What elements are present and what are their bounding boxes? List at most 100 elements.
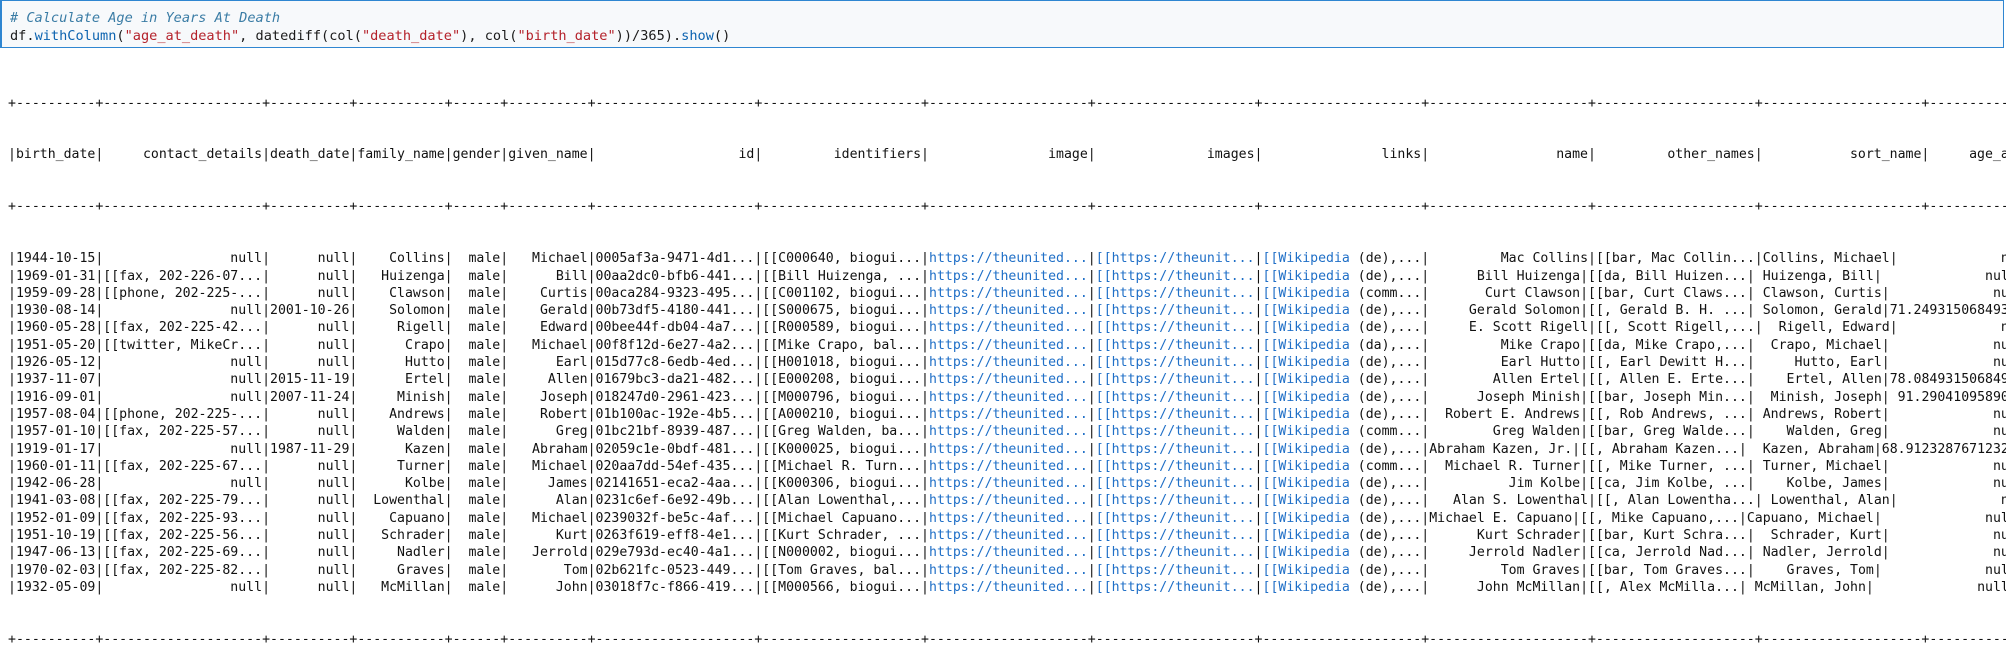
url-link[interactable]: https://theunited... xyxy=(929,563,1088,578)
table-cell-text: | xyxy=(1087,562,1096,578)
url-link[interactable]: https://theunited... xyxy=(929,251,1088,266)
table-cell-text: | xyxy=(1087,355,1096,371)
table-cell-text: |1957-01-10|[[fax, 202-225-57...| null| … xyxy=(8,424,929,440)
wikipedia-link[interactable]: [[Wikipedia xyxy=(1263,563,1350,578)
url-link[interactable]: [[https://theunit... xyxy=(1096,320,1255,335)
table-cell-text: | xyxy=(1087,579,1096,595)
wikipedia-link[interactable]: [[Wikipedia xyxy=(1263,407,1350,422)
wikipedia-link[interactable]: [[Wikipedia xyxy=(1263,493,1350,508)
url-link[interactable]: [[https://theunit... xyxy=(1096,390,1255,405)
table-row: |1960-05-28|[[fax, 202-225-42...| null| … xyxy=(8,319,2006,336)
url-link[interactable]: [[https://theunit... xyxy=(1096,269,1255,284)
table-row: |1951-05-20|[[twitter, MikeCr...| null| … xyxy=(8,337,2006,354)
url-link[interactable]: https://theunited... xyxy=(929,442,1088,457)
url-link[interactable]: https://theunited... xyxy=(929,424,1088,439)
code-comment: # Calculate Age in Years At Death xyxy=(10,10,281,26)
table-cell-text: |1930-08-14| null|2001-10-26| Solomon| m… xyxy=(8,303,929,319)
url-link[interactable]: [[https://theunit... xyxy=(1096,563,1255,578)
url-link[interactable]: [[https://theunit... xyxy=(1096,286,1255,301)
wikipedia-link[interactable]: [[Wikipedia xyxy=(1263,338,1350,353)
url-link[interactable]: https://theunited... xyxy=(929,407,1088,422)
table-cell-text: |1919-01-17| null|1987-11-29| Kazen| mal… xyxy=(8,441,929,457)
url-link[interactable]: [[https://theunit... xyxy=(1096,493,1255,508)
table-cell-text: |1951-10-19|[[fax, 202-225-56...| null| … xyxy=(8,528,929,544)
url-link[interactable]: [[https://theunit... xyxy=(1096,251,1255,266)
table-cell-text: | xyxy=(1254,337,1263,353)
table-cell-text: (de),...| Mac Collins|[[bar, Mac Collin.… xyxy=(1349,251,2006,267)
wikipedia-link[interactable]: [[Wikipedia xyxy=(1263,372,1350,387)
table-cell-text: |1937-11-07| null|2015-11-19| Ertel| mal… xyxy=(8,372,929,388)
url-link[interactable]: [[https://theunit... xyxy=(1096,424,1255,439)
url-link[interactable]: https://theunited... xyxy=(929,580,1088,595)
table-cell-text: | xyxy=(1087,441,1096,457)
table-cell-text: | xyxy=(1254,579,1263,595)
table-cell-text: | xyxy=(1254,510,1263,526)
wikipedia-link[interactable]: [[Wikipedia xyxy=(1263,251,1350,266)
wikipedia-link[interactable]: [[Wikipedia xyxy=(1263,269,1350,284)
table-row: |1944-10-15| null| null| Collins| male| … xyxy=(8,250,2006,267)
url-link[interactable]: [[https://theunit... xyxy=(1096,442,1255,457)
table-row: |1957-01-10|[[fax, 202-225-57...| null| … xyxy=(8,423,2006,440)
table-cell-text: (de),...| E. Scott Rigell|[[, Scott Rige… xyxy=(1349,320,2006,336)
table-row: |1957-08-04|[[phone, 202-225-...| null| … xyxy=(8,406,2006,423)
table-row: |1951-10-19|[[fax, 202-225-56...| null| … xyxy=(8,527,2006,544)
url-link[interactable]: https://theunited... xyxy=(929,338,1088,353)
code-cell[interactable]: # Calculate Age in Years At Death df.wit… xyxy=(0,0,2004,48)
wikipedia-link[interactable]: [[Wikipedia xyxy=(1263,303,1350,318)
wikipedia-link[interactable]: [[Wikipedia xyxy=(1263,545,1350,560)
url-link[interactable]: https://theunited... xyxy=(929,390,1088,405)
url-link[interactable]: [[https://theunit... xyxy=(1096,528,1255,543)
url-link[interactable]: [[https://theunit... xyxy=(1096,372,1255,387)
url-link[interactable]: https://theunited... xyxy=(929,355,1088,370)
table-cell-text: | xyxy=(1254,303,1263,319)
url-link[interactable]: [[https://theunit... xyxy=(1096,303,1255,318)
table-border-mid: +----------+--------------------+-------… xyxy=(8,199,2006,215)
url-link[interactable]: https://theunited... xyxy=(929,269,1088,284)
table-cell-text: (comm...| Greg Walden|[[bar, Greg Walde.… xyxy=(1349,424,2006,440)
url-link[interactable]: [[https://theunit... xyxy=(1096,459,1255,474)
url-link[interactable]: https://theunited... xyxy=(929,320,1088,335)
table-cell-text: |1959-09-28|[[phone, 202-225-...| null| … xyxy=(8,285,929,301)
url-link[interactable]: [[https://theunit... xyxy=(1096,511,1255,526)
url-link[interactable]: https://theunited... xyxy=(929,372,1088,387)
url-link[interactable]: https://theunited... xyxy=(929,286,1088,301)
url-link[interactable]: [[https://theunit... xyxy=(1096,338,1255,353)
wikipedia-link[interactable]: [[Wikipedia xyxy=(1263,580,1350,595)
wikipedia-link[interactable]: [[Wikipedia xyxy=(1263,476,1350,491)
wikipedia-link[interactable]: [[Wikipedia xyxy=(1263,390,1350,405)
wikipedia-link[interactable]: [[Wikipedia xyxy=(1263,442,1350,457)
table-cell-text: | xyxy=(1087,303,1096,319)
wikipedia-link[interactable]: [[Wikipedia xyxy=(1263,511,1350,526)
url-link[interactable]: https://theunited... xyxy=(929,511,1088,526)
table-cell-text: | xyxy=(1254,285,1263,301)
table-cell-text: |1942-06-28| null| null| Kolbe| male| Ja… xyxy=(8,476,929,492)
url-link[interactable]: https://theunited... xyxy=(929,459,1088,474)
url-link[interactable]: https://theunited... xyxy=(929,476,1088,491)
table-cell-text: | xyxy=(1087,545,1096,561)
table-row: |1937-11-07| null|2015-11-19| Ertel| mal… xyxy=(8,371,2006,388)
code-editor[interactable]: # Calculate Age in Years At Death df.wit… xyxy=(10,9,730,45)
table-cell-text: | xyxy=(1254,372,1263,388)
table-cell-text: | xyxy=(1254,458,1263,474)
url-link[interactable]: [[https://theunit... xyxy=(1096,355,1255,370)
wikipedia-link[interactable]: [[Wikipedia xyxy=(1263,286,1350,301)
wikipedia-link[interactable]: [[Wikipedia xyxy=(1263,459,1350,474)
url-link[interactable]: https://theunited... xyxy=(929,528,1088,543)
table-cell-text: (de),...| Earl Hutto|[[, Earl Dewitt H..… xyxy=(1349,355,2006,371)
table-cell-text: (de),...| John McMillan|[[, Alex McMilla… xyxy=(1349,579,2006,595)
table-cell-text: |1941-03-08|[[fax, 202-225-79...| null| … xyxy=(8,493,929,509)
table-cell-text: | xyxy=(1254,355,1263,371)
wikipedia-link[interactable]: [[Wikipedia xyxy=(1263,424,1350,439)
wikipedia-link[interactable]: [[Wikipedia xyxy=(1263,320,1350,335)
table-cell-text: |1916-09-01| null|2007-11-24| Minish| ma… xyxy=(8,389,929,405)
url-link[interactable]: [[https://theunit... xyxy=(1096,580,1255,595)
url-link[interactable]: https://theunited... xyxy=(929,303,1088,318)
url-link[interactable]: [[https://theunit... xyxy=(1096,476,1255,491)
url-link[interactable]: [[https://theunit... xyxy=(1096,407,1255,422)
wikipedia-link[interactable]: [[Wikipedia xyxy=(1263,528,1350,543)
url-link[interactable]: [[https://theunit... xyxy=(1096,545,1255,560)
url-link[interactable]: https://theunited... xyxy=(929,545,1088,560)
table-cell-text: | xyxy=(1254,268,1263,284)
url-link[interactable]: https://theunited... xyxy=(929,493,1088,508)
wikipedia-link[interactable]: [[Wikipedia xyxy=(1263,355,1350,370)
